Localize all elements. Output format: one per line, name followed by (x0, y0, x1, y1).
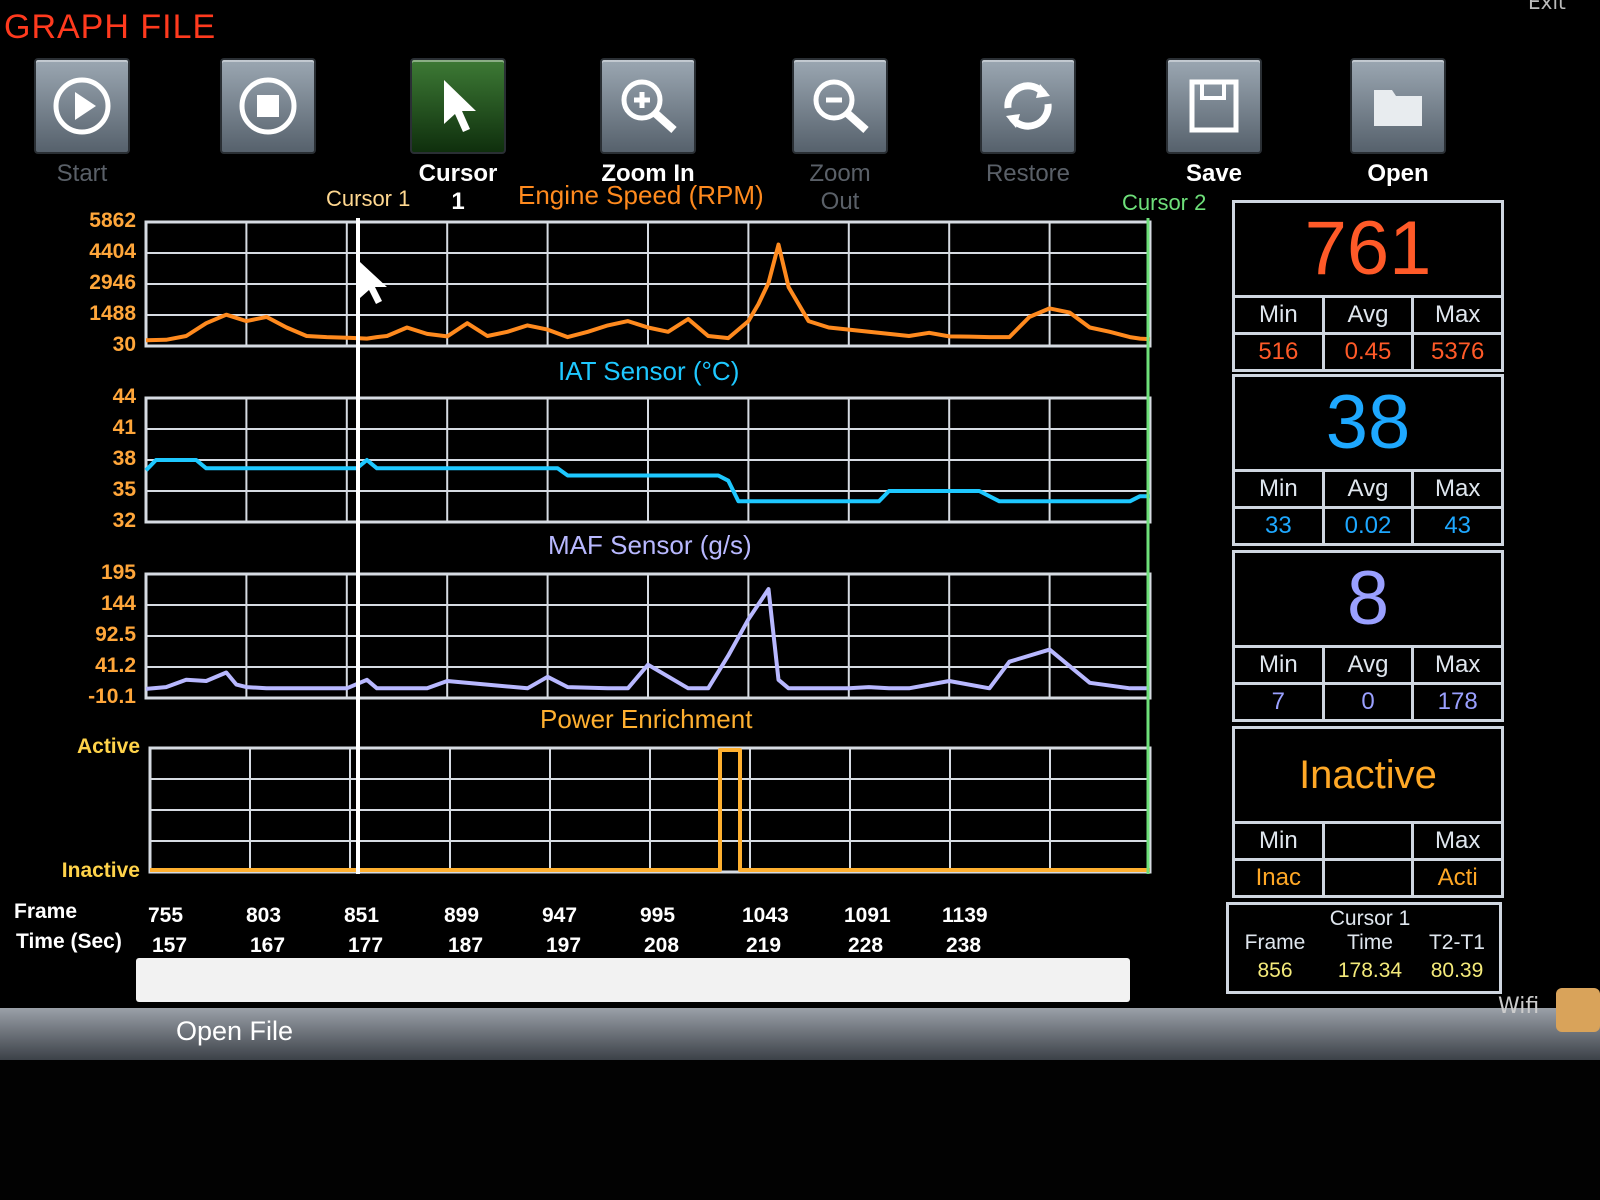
time-tick: 167 (250, 934, 286, 957)
iat-stat-header: Avg (1325, 472, 1415, 506)
iat-stat-header: Max (1435, 475, 1481, 502)
timeline-scrollbar[interactable] (136, 958, 1130, 1002)
open-label: Open (1367, 160, 1429, 187)
power-stat-header: Max (1435, 827, 1481, 854)
save-button-face[interactable] (1166, 58, 1262, 154)
maf-stat-value: 0 (1325, 685, 1415, 719)
open-file-button[interactable]: Open File (176, 1016, 293, 1047)
frame-tick: 995 (640, 904, 676, 927)
floppy-icon (1189, 79, 1239, 133)
iat-stat-header: Min (1235, 472, 1325, 506)
cursor-frame-label: Frame (1244, 931, 1306, 954)
open-button-face[interactable] (1350, 58, 1446, 154)
rpm-stat-header: Min (1235, 298, 1325, 332)
iat-current-value: 38 (1235, 377, 1501, 472)
iat-chart[interactable] (144, 396, 1152, 524)
iat-stat-value: 33 (1235, 509, 1325, 543)
power-stat-header: Min (1235, 824, 1325, 858)
cursor-panel-title: Cursor 1 (1329, 907, 1411, 930)
cursor-delta-value: 80.39 (1430, 959, 1484, 982)
maf-value-panel: 8 Min Avg Max 7 0 178 (1232, 550, 1504, 722)
wifi-icon[interactable] (1556, 988, 1600, 1032)
graph-file-screen: GRAPH FILE Exit Start Cursor 1 Zoom In Zoom… (0, 0, 1600, 1060)
cursor-time-value: 178.34 (1337, 959, 1403, 982)
frame-tick: 947 (542, 904, 578, 927)
cursor-frame-value: 856 (1257, 959, 1293, 982)
maf-stat-value: 7 (1235, 685, 1325, 719)
time-tick: 187 (448, 934, 484, 957)
iat-stat-value: 0.02 (1325, 509, 1415, 543)
iat-value-panel: 38 Min Avg Max 33 0.02 43 (1232, 374, 1504, 546)
time-tick: 157 (152, 934, 188, 957)
iat-stat-value: 43 (1444, 512, 1472, 539)
toolbar-open-button[interactable]: Open (1350, 58, 1446, 198)
rpm-stat-value: 516 (1235, 335, 1325, 369)
rpm-stat-value: 5376 (1430, 338, 1485, 365)
power-stat-value (1325, 861, 1415, 895)
rpm-stat-value: 0.45 (1325, 335, 1415, 369)
time-axis-label: Time (Sec) (16, 930, 122, 953)
power-value-panel: Inactive Min Max Inac Acti (1232, 726, 1504, 898)
save-label: Save (1185, 160, 1243, 187)
rpm-value-panel: 761 Min Avg Max 516 0.45 5376 (1232, 200, 1504, 372)
power-stat-header (1325, 824, 1415, 858)
charts-area[interactable] (0, 0, 1160, 900)
frame-axis-label: Frame (14, 900, 78, 923)
maf-chart[interactable] (144, 572, 1152, 700)
maf-current-value: 8 (1235, 553, 1501, 648)
power-stat-value: Acti (1437, 864, 1478, 891)
time-tick: 208 (644, 934, 680, 957)
frame-tick: 1043 (742, 904, 789, 927)
frame-tick: 851 (344, 904, 380, 927)
cursor-delta-label: T2-T1 (1428, 931, 1485, 954)
power-chart[interactable] (148, 746, 1152, 874)
folder-icon (1374, 90, 1422, 126)
time-tick: 219 (746, 934, 782, 957)
maf-stat-header: Min (1235, 648, 1325, 682)
time-tick: 177 (348, 934, 384, 957)
maf-stat-header: Max (1435, 651, 1481, 678)
maf-stat-header: Avg (1325, 648, 1415, 682)
cursor-info-panel: Cursor 1 Frame Time T2-T1 856 178.34 80.… (1226, 902, 1502, 994)
maf-stat-value: 178 (1437, 688, 1478, 715)
rpm-chart[interactable] (144, 220, 1152, 348)
cursor-time-label: Time (1347, 931, 1393, 954)
time-tick: 228 (848, 934, 884, 957)
power-current-value: Inactive (1235, 729, 1501, 824)
time-tick: 197 (546, 934, 582, 957)
power-stat-value: Inac (1235, 861, 1325, 895)
frame-tick: 1091 (844, 904, 891, 927)
frame-tick: 755 (148, 904, 184, 927)
frame-tick: 899 (444, 904, 480, 927)
rpm-stat-header: Avg (1325, 298, 1415, 332)
frame-tick: 1139 (942, 904, 988, 927)
rpm-stat-header: Max (1435, 301, 1481, 328)
status-bar: Open File Wifi (0, 988, 1600, 1060)
wifi-label: Wifi (1498, 994, 1540, 1019)
rpm-current-value: 761 (1235, 203, 1501, 298)
exit-button[interactable]: Exit (1528, 0, 1566, 14)
frame-tick: 803 (246, 904, 282, 927)
toolbar-save-button[interactable]: Save (1166, 58, 1262, 198)
time-tick: 238 (946, 934, 982, 957)
